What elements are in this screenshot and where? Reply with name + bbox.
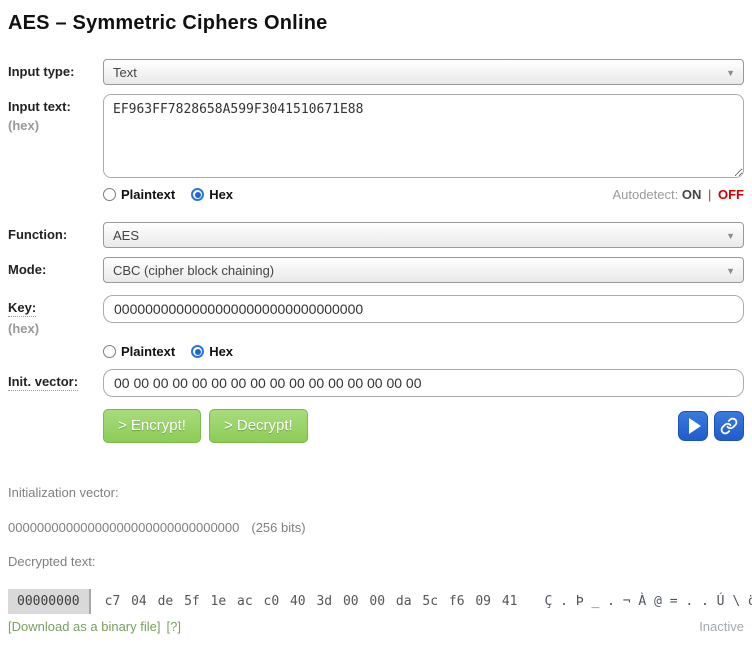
mode-select[interactable]: CBC (cipher block chaining) ▼ (103, 257, 744, 283)
iv-output-label: Initialization vector: (8, 485, 744, 500)
function-selected-value: AES (113, 228, 139, 243)
init-vector-row: Init. vector: (8, 369, 744, 397)
mode-label: Mode: (8, 257, 103, 277)
autodetect-separator: | (708, 187, 711, 202)
input-hex-radio-label: Hex (209, 187, 233, 202)
hexdump-row: 00000000 c7 04 de 5f 1e ac c0 40 3d 00 0… (8, 589, 744, 614)
mode-row: Mode: CBC (cipher block chaining) ▼ (8, 257, 744, 283)
init-vector-input[interactable] (103, 369, 744, 397)
decrypt-button[interactable]: > Decrypt! (209, 409, 308, 443)
function-label: Function: (8, 222, 103, 242)
permalink-button[interactable] (714, 411, 744, 441)
function-row: Function: AES ▼ (8, 222, 744, 248)
actions-row: > Encrypt! > Decrypt! (8, 397, 744, 443)
autodetect-label: Autodetect: (612, 187, 678, 202)
decrypted-text-label: Decrypted text: (8, 554, 744, 569)
hexdump-offset: 00000000 (8, 589, 91, 614)
input-format-row: Plaintext Hex Autodetect: ON | OFF (8, 183, 744, 216)
key-hex-radio[interactable] (191, 345, 204, 358)
output-footer: [Download as a binary file] [?] Inactive (8, 619, 744, 634)
run-button[interactable] (678, 411, 708, 441)
aes-tool-page: AES – Symmetric Ciphers Online Input typ… (0, 0, 752, 634)
mode-selected-value: CBC (cipher block chaining) (113, 263, 274, 278)
autodetect-on-option[interactable]: ON (682, 187, 702, 202)
status-text: Inactive (699, 619, 744, 634)
input-text-row: Input text: (hex) EF963FF7828658A599F304… (8, 94, 744, 181)
input-text-label: Input text: (8, 99, 103, 114)
encrypt-button[interactable]: > Encrypt! (103, 409, 201, 443)
hexdump-bytes: c7 04 de 5f 1e ac c0 40 3d 00 00 da 5c f… (105, 594, 518, 609)
function-select[interactable]: AES ▼ (103, 222, 744, 248)
autodetect-toggle: Autodetect: ON | OFF (612, 187, 744, 202)
chevron-down-icon: ▼ (726, 266, 735, 276)
chevron-down-icon: ▼ (726, 68, 735, 78)
iv-output-value: 00000000000000000000000000000000 (256 bit… (8, 520, 744, 535)
page-title: AES – Symmetric Ciphers Online (8, 12, 744, 35)
key-row: Key: (hex) (8, 295, 744, 336)
hexdump-ascii: Ç . Þ _ . ¬ À @ = . . Ú \ ö . A (544, 594, 752, 609)
input-hex-radio[interactable] (191, 188, 204, 201)
chevron-down-icon: ▼ (726, 231, 735, 241)
input-text-hex-sublabel: (hex) (8, 118, 103, 133)
input-type-selected-value: Text (113, 65, 137, 80)
link-icon (720, 417, 738, 435)
key-hex-radio-label: Hex (209, 344, 233, 359)
input-plaintext-radio[interactable] (103, 188, 116, 201)
key-plaintext-radio-label: Plaintext (121, 344, 175, 359)
play-icon (689, 418, 701, 434)
download-binary-link[interactable]: [Download as a binary file] (8, 619, 160, 634)
input-type-label: Input type: (8, 59, 103, 79)
help-link[interactable]: [?] (166, 619, 180, 634)
key-label: Key: (8, 300, 36, 317)
autodetect-off-option[interactable]: OFF (718, 187, 744, 202)
key-format-row: Plaintext Hex (8, 340, 744, 367)
init-vector-label: Init. vector: (8, 374, 78, 391)
iv-bit-length: (256 bits) (251, 520, 305, 535)
output-section: Initialization vector: 00000000000000000… (8, 485, 744, 634)
key-hex-sublabel: (hex) (8, 321, 103, 336)
input-type-row: Input type: Text ▼ (8, 59, 744, 85)
input-text-area[interactable]: EF963FF7828658A599F3041510671E88 (103, 94, 744, 178)
key-plaintext-radio[interactable] (103, 345, 116, 358)
input-type-select[interactable]: Text ▼ (103, 59, 744, 85)
iv-hex-value: 00000000000000000000000000000000 (8, 520, 239, 535)
key-input[interactable] (103, 295, 744, 323)
input-plaintext-radio-label: Plaintext (121, 187, 175, 202)
